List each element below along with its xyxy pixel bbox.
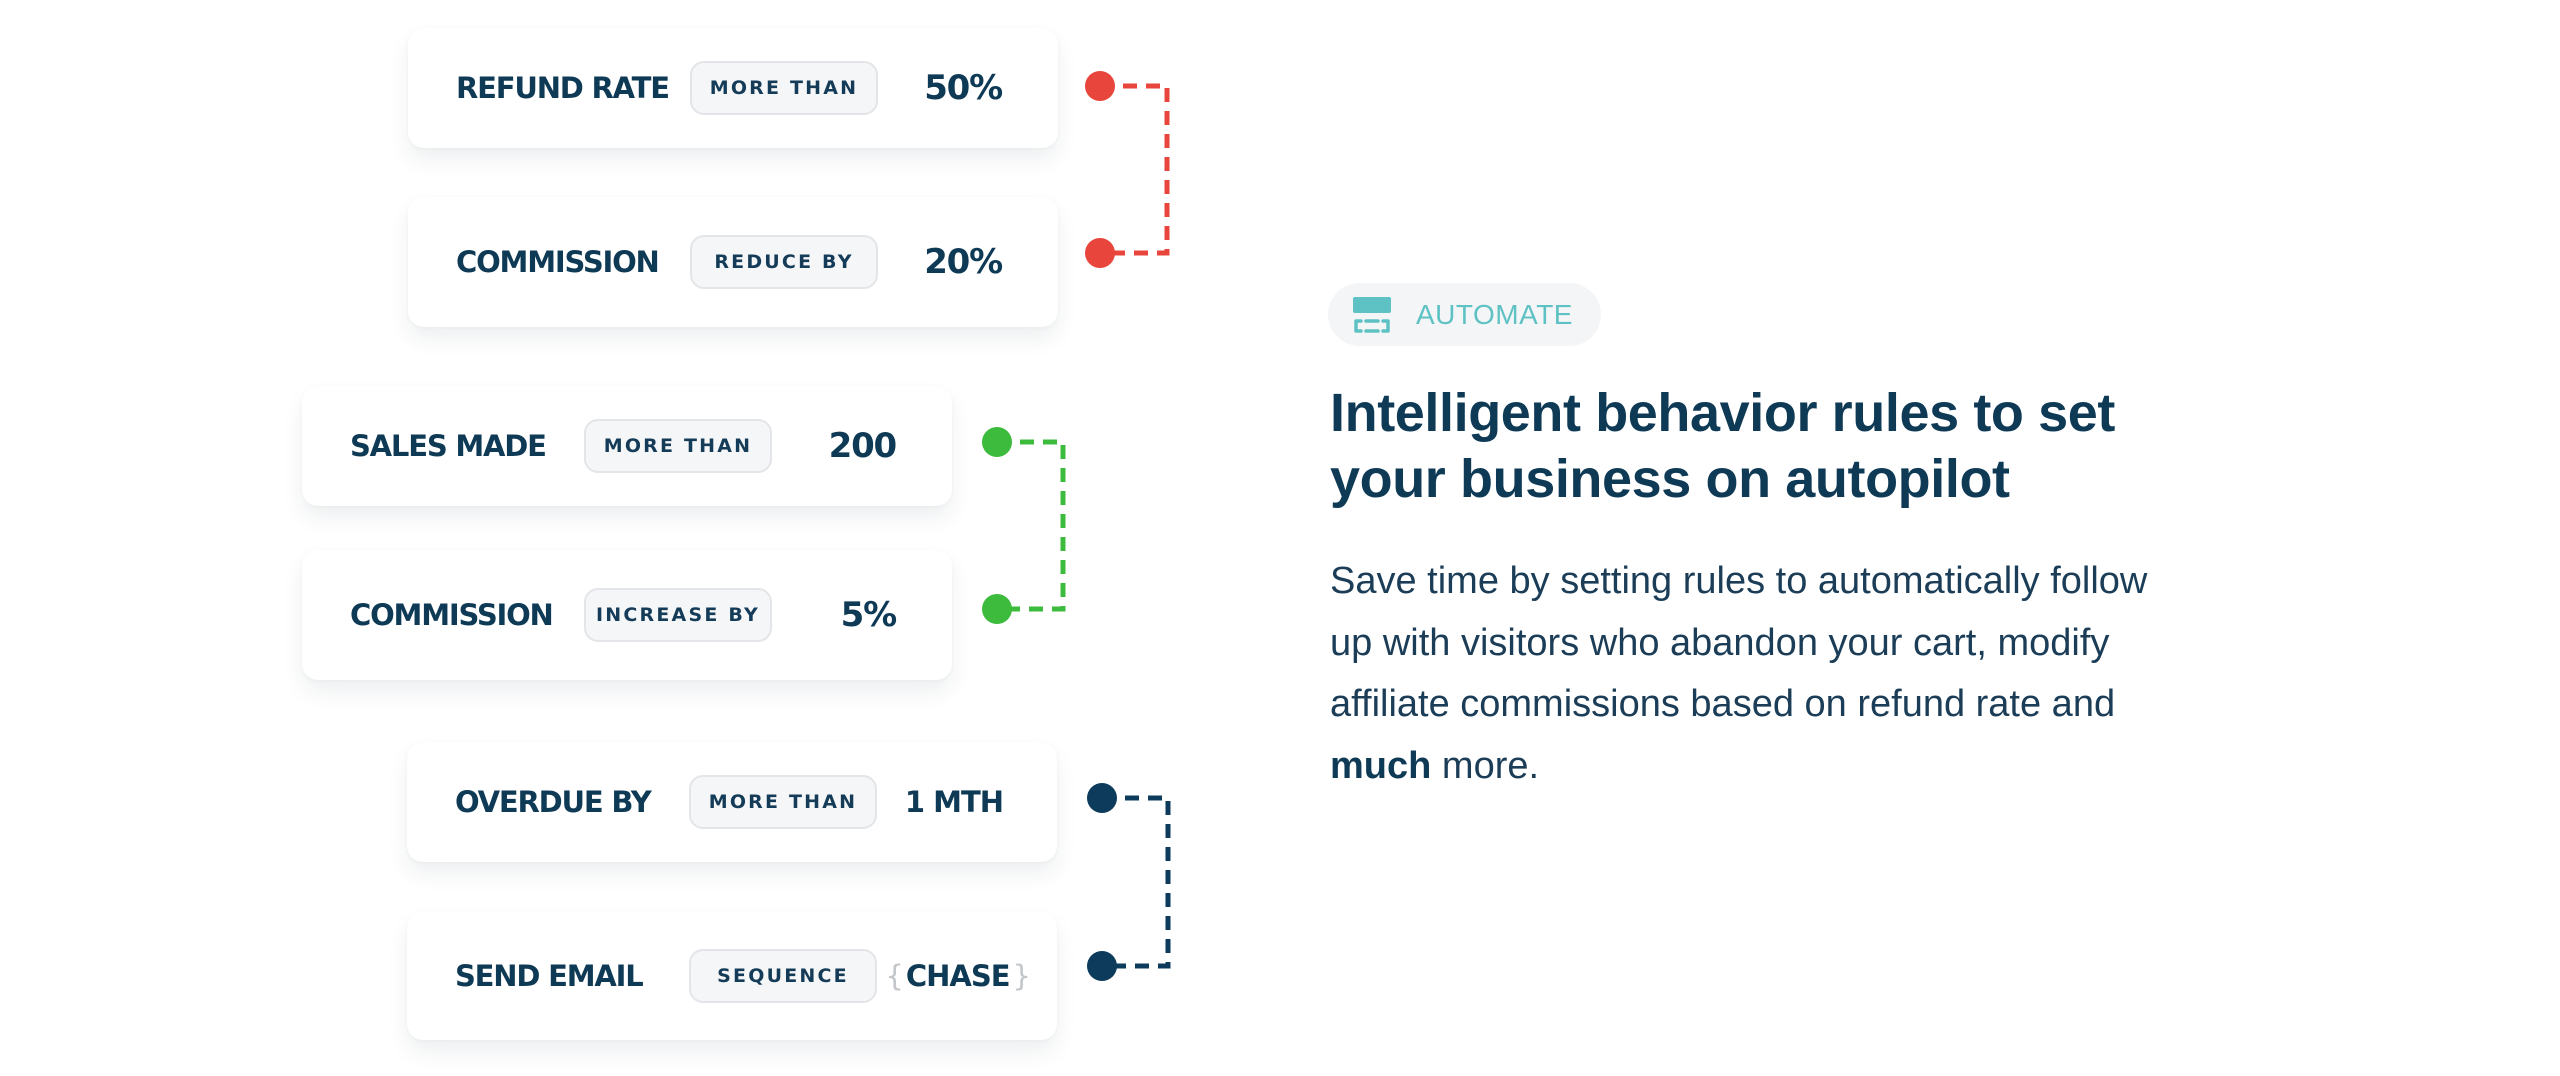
connector-dot-green-bottom[interactable] — [982, 594, 1012, 624]
rule-operator-pill[interactable]: MORE THAN — [689, 775, 877, 829]
rule-value-template: {CHASE} — [882, 959, 1033, 993]
description-suffix: more. — [1431, 744, 1540, 787]
rule-card-sales-made: SALES MADE MORE THAN 200 — [302, 386, 952, 506]
rule-value: 1 MTH — [904, 785, 1004, 819]
rule-field-label: OVERDUE BY — [455, 785, 652, 819]
rule-operator-pill[interactable]: INCREASE BY — [584, 588, 772, 642]
rule-field-label: SEND EMAIL — [455, 959, 644, 993]
rule-value: 50% — [924, 68, 1003, 108]
connector-dot-navy-top[interactable] — [1087, 783, 1117, 813]
brace-open: { — [885, 959, 903, 993]
connector-group-navy — [1087, 783, 1171, 981]
connector-group-green — [982, 427, 1066, 624]
rule-operator-pill[interactable]: SEQUENCE — [689, 949, 877, 1003]
connector-line-green — [997, 439, 1066, 612]
layout-dashed-icon — [1353, 296, 1391, 333]
rule-card-commission-increase: COMMISSION INCREASE BY 5% — [302, 550, 952, 680]
brace-close: } — [1012, 959, 1031, 993]
feature-headline: Intelligent behavior rules to set your b… — [1330, 380, 2190, 512]
headline-line-2: your business on autopilot — [1330, 449, 2010, 509]
connector-dot-red-bottom[interactable] — [1085, 238, 1115, 268]
connector-group-red — [1085, 71, 1170, 268]
rule-card-overdue-by: OVERDUE BY MORE THAN 1 MTH — [407, 742, 1057, 862]
rule-value: 20% — [924, 242, 1003, 282]
rule-operator-pill[interactable]: REDUCE BY — [690, 235, 878, 289]
feature-badge: AUTOMATE — [1328, 283, 1601, 346]
description-text: Save time by setting rules to automatica… — [1330, 560, 2148, 725]
rule-card-send-email: SEND EMAIL SEQUENCE {CHASE} — [407, 912, 1057, 1040]
rule-value: 200 — [828, 426, 898, 466]
connector-dot-green-top[interactable] — [982, 427, 1012, 457]
feature-badge-label: AUTOMATE — [1416, 298, 1573, 330]
template-name: CHASE — [905, 959, 1011, 993]
rule-field-label: SALES MADE — [350, 429, 547, 463]
connector-line-navy — [1102, 795, 1171, 969]
rule-card-commission-reduce: COMMISSION REDUCE BY 20% — [408, 197, 1058, 327]
connector-dot-navy-bottom[interactable] — [1087, 951, 1117, 981]
rule-value: 5% — [840, 595, 898, 635]
rule-operator-pill[interactable]: MORE THAN — [584, 419, 772, 473]
rule-field-label: REFUND RATE — [456, 71, 670, 105]
description-emphasis: much — [1330, 744, 1432, 787]
rule-field-label: COMMISSION — [350, 598, 554, 632]
rule-field-label: COMMISSION — [456, 245, 660, 279]
headline-line-1: Intelligent behavior rules to set — [1330, 383, 2115, 443]
connector-dot-red-top[interactable] — [1085, 71, 1115, 101]
feature-description: Save time by setting rules to automatica… — [1330, 551, 2190, 797]
connector-line-red — [1100, 83, 1170, 256]
rule-operator-pill[interactable]: MORE THAN — [690, 61, 878, 115]
rule-card-refund-rate: REFUND RATE MORE THAN 50% — [408, 28, 1058, 148]
